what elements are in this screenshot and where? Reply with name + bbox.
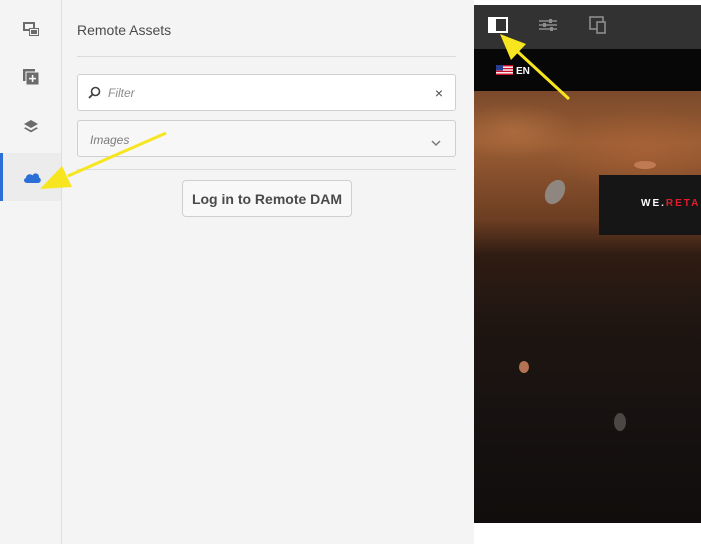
search-icon bbox=[88, 86, 101, 104]
page-preview[interactable]: EN WE.RETA bbox=[474, 49, 701, 523]
hero-image: WE.RETA bbox=[474, 91, 701, 523]
divider bbox=[77, 56, 456, 57]
divider bbox=[77, 169, 456, 170]
devices-icon bbox=[589, 15, 607, 39]
rail-item-remote-assets[interactable] bbox=[0, 153, 61, 201]
filter-field[interactable]: × bbox=[77, 74, 456, 111]
panel-title: Remote Assets bbox=[77, 22, 172, 38]
hero-banner-text: WE.RETA bbox=[641, 198, 701, 209]
climbing-hold bbox=[540, 176, 570, 208]
chevron-down-icon bbox=[431, 134, 441, 152]
left-rail bbox=[0, 0, 62, 544]
us-flag-icon bbox=[496, 65, 513, 78]
language-selector[interactable]: EN bbox=[496, 65, 530, 78]
rail-item-assets[interactable] bbox=[0, 5, 61, 53]
remote-assets-panel: Remote Assets × Images Log in to Remote … bbox=[62, 0, 474, 544]
asset-type-value: Images bbox=[90, 133, 130, 147]
rail-item-content-tree[interactable] bbox=[0, 103, 61, 151]
editor-toolbar bbox=[474, 5, 701, 49]
page-properties-button[interactable] bbox=[536, 17, 560, 37]
sliders-icon bbox=[538, 17, 558, 38]
assets-icon bbox=[22, 21, 40, 37]
cloud-icon bbox=[22, 170, 42, 184]
layers-icon bbox=[23, 119, 39, 135]
hero-banner: WE.RETA bbox=[599, 175, 701, 235]
components-icon bbox=[22, 69, 39, 85]
asset-type-select[interactable]: Images bbox=[77, 120, 456, 157]
toggle-side-panel-button[interactable] bbox=[486, 16, 510, 38]
language-bar: EN bbox=[474, 49, 701, 91]
climbing-hold bbox=[634, 161, 656, 169]
page-editor: EN WE.RETA bbox=[474, 0, 701, 544]
rail-item-components[interactable] bbox=[0, 53, 61, 101]
clear-filter-icon[interactable]: × bbox=[435, 85, 443, 101]
climbing-hold bbox=[519, 361, 529, 373]
log-in-remote-dam-button[interactable]: Log in to Remote DAM bbox=[182, 180, 352, 217]
filter-input[interactable] bbox=[108, 83, 418, 103]
emulator-button[interactable] bbox=[586, 15, 610, 39]
side-panel-icon bbox=[488, 16, 508, 38]
language-label: EN bbox=[516, 66, 530, 77]
climbing-hold bbox=[614, 413, 626, 431]
